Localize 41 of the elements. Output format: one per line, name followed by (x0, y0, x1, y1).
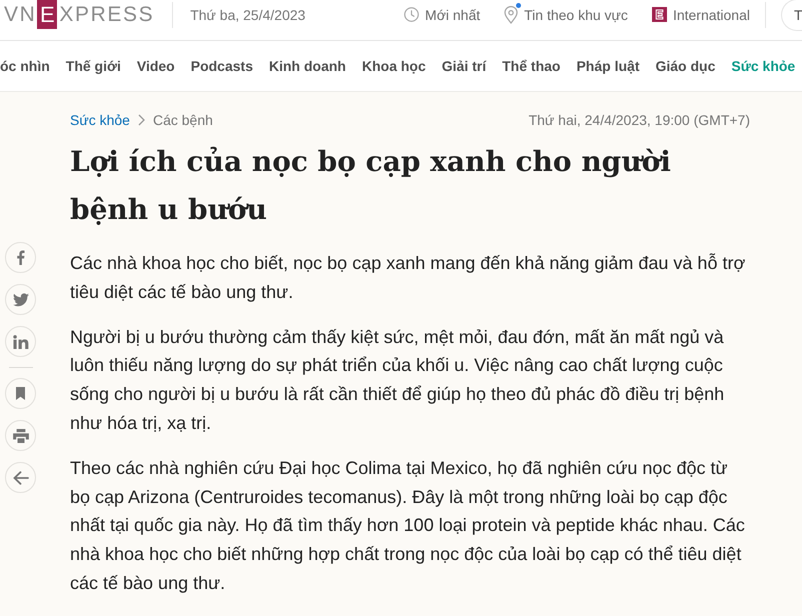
printer-icon (12, 428, 28, 442)
nav-item[interactable]: Giải trí (442, 58, 486, 74)
notification-dot-icon (516, 2, 522, 8)
breadcrumb-link[interactable]: Sức khỏe (70, 112, 130, 128)
nav-item[interactable]: Khoa học (362, 58, 426, 74)
international-link[interactable]: International (652, 6, 750, 22)
print-button[interactable] (5, 420, 36, 451)
share-button[interactable] (5, 242, 36, 273)
header-date: Thứ ba, 25/4/2023 (190, 6, 306, 22)
header-button[interactable]: T (781, 0, 802, 30)
back-arrow-icon (12, 470, 28, 484)
nav-item[interactable]: Podcasts (190, 58, 253, 74)
article-paragraph: Theo các nhà nghiên cứu Đại học Colima tại Mexico, họ đã nghiên cứu nọc độc từ bọ cạp Arizona (Centruroides tecomanus). Đây là một trong những loài bọ cạp độc nhất tại quốc gia này. Họ đã tìm thấy hơn 100 loại protein và peptide khác nhau. Các nhà khoa học cho biết những hợp chất trong nọc độc của loài bọ cạp có thể tiêu diệt các tế bào ung thư. (70, 456, 746, 595)
nav-item[interactable]: Thể thao (502, 58, 560, 74)
clock-icon (404, 7, 420, 22)
site-logo[interactable]: VN E XPRESS (4, 0, 154, 29)
location-pin-icon (504, 6, 518, 24)
twitter-icon (12, 292, 28, 306)
nav-item[interactable]: Kinh doanh (268, 58, 346, 74)
breadcrumb-link[interactable]: Các bệnh (152, 112, 213, 128)
article-lead: Các nhà khoa học cho biết, nọc bọ cạp xanh mang đến khả năng giảm đau và hỗ trợ tiêu diệt các tế bào ung thư. (70, 252, 746, 304)
share-button[interactable] (5, 284, 36, 315)
logo-icon (652, 7, 667, 22)
article-paragraph: Người bị u bướu thường cảm thấy kiệt sức, mệt mỏi, đau đớn, mất ăn mất ngủ và luôn thiếu năng lượng do sự phát triển của khối u. Việc nâng cao chất lượng cuộc sống cho người bị u bướu là rất cần thiết để giúp họ theo đủ phác đồ điều trị bệnh như hóa trị, xạ trị. (70, 326, 726, 435)
back-button[interactable] (5, 462, 36, 493)
linkedin-icon (12, 334, 28, 348)
article-title: Lợi ích của nọc bọ cạp xanh cho người bệnh u bướu (70, 144, 672, 228)
nav-item[interactable]: Giáo dục (655, 58, 716, 74)
nav-item[interactable]: Thế giới (66, 58, 121, 74)
nav-item[interactable]: Sức khỏe (731, 58, 796, 74)
nav-item[interactable]: Video (136, 58, 175, 74)
nav-item[interactable]: Pháp luật (576, 58, 640, 74)
save-button[interactable] (5, 378, 36, 409)
local-news-link[interactable]: Tin theo khu vực (504, 6, 628, 24)
chevron-icon (138, 114, 145, 126)
bookmark-icon (16, 386, 25, 401)
latest-news-link[interactable]: Mới nhất (404, 6, 480, 22)
nav-item[interactable]: óc nhìn (0, 58, 50, 74)
share-button[interactable] (5, 326, 36, 357)
facebook-icon (16, 250, 25, 265)
publish-date: Thứ hai, 24/4/2023, 19:00 (GMT+7) (528, 112, 750, 128)
